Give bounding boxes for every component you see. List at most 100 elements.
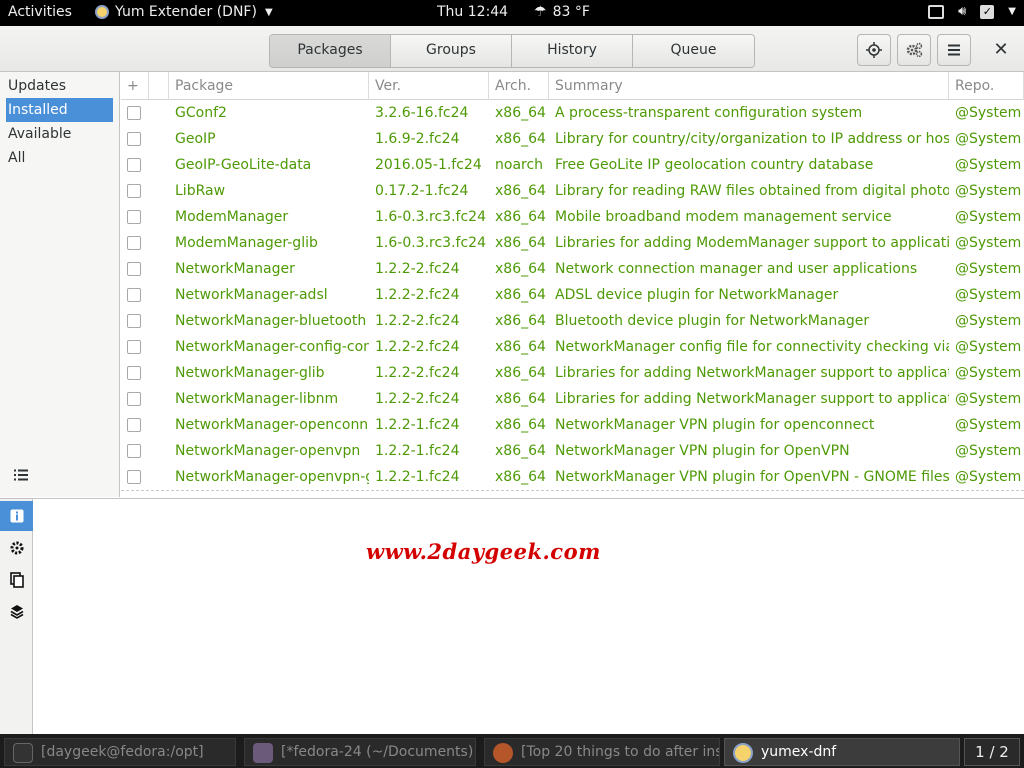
version-cell: 1.2.2-2.fc24 — [375, 339, 460, 355]
files-tab-button[interactable] — [0, 565, 33, 595]
package-checkbox[interactable] — [127, 210, 141, 224]
repo-cell: @System — [955, 209, 1022, 225]
table-row[interactable]: NetworkManager-openvpn 1.2.2-1.fc24 x86_64… — [121, 438, 1024, 464]
workspace-pager[interactable]: 1 / 2 — [964, 738, 1020, 766]
sidebar-item-updates[interactable]: Updates — [0, 74, 119, 98]
sidebar-item-all[interactable]: All — [0, 146, 119, 170]
repo-cell: @System — [955, 105, 1022, 121]
package-checkbox[interactable] — [127, 236, 141, 250]
row-status — [149, 464, 169, 490]
row-status — [149, 334, 169, 360]
repo-column-header[interactable]: Repo. — [949, 72, 1024, 100]
summary-cell: Library for country/city/organization to… — [555, 131, 949, 147]
package-icon — [10, 605, 23, 619]
app-menu[interactable]: Yum Extender (DNF) ▼ — [95, 4, 273, 20]
table-row[interactable]: NetworkManager-libnm 1.2.2-2.fc24 x86_64 Li… — [121, 386, 1024, 412]
tab-packages[interactable]: Packages — [270, 35, 391, 67]
files-icon — [9, 572, 24, 588]
package-checkbox[interactable] — [127, 340, 141, 354]
search-options-button[interactable] — [857, 34, 891, 66]
weather-indicator[interactable]: ☂ 83 °F — [534, 4, 590, 20]
package-checkbox[interactable] — [127, 184, 141, 198]
status-column-header[interactable] — [149, 72, 169, 100]
arch-column-header[interactable]: Arch. — [489, 72, 549, 100]
row-checkbox — [121, 152, 149, 178]
summary-column-header[interactable]: Summary — [549, 72, 949, 100]
taskbar-item-yumex[interactable]: yumex-dnf — [724, 738, 960, 766]
app-menu-label: Yum Extender (DNF) — [115, 4, 257, 20]
arch-cell: x86_64 — [495, 209, 546, 225]
sidebar-item-available[interactable]: Available — [0, 122, 119, 146]
tab-queue[interactable]: Queue — [633, 35, 754, 67]
table-row[interactable]: NetworkManager-config-conn 1.2.2-2.fc24 x8… — [121, 334, 1024, 360]
arch-cell: x86_64 — [495, 313, 546, 329]
version-column-header[interactable]: Ver. — [369, 72, 489, 100]
row-checkbox — [121, 360, 149, 386]
requirements-tab-button[interactable] — [0, 597, 33, 627]
package-checkbox[interactable] — [127, 288, 141, 302]
version-cell: 2016.05-1.fc24 — [375, 157, 482, 173]
repo-cell: @System — [955, 339, 1022, 355]
taskbar-item-terminal[interactable]: [daygeek@fedora:/opt] — [4, 738, 236, 766]
version-cell: 1.2.2-2.fc24 — [375, 287, 460, 303]
updateinfo-tab-button[interactable] — [0, 533, 33, 563]
row-checkbox — [121, 256, 149, 282]
preferences-button[interactable] — [897, 34, 931, 66]
row-checkbox — [121, 308, 149, 334]
firefox-icon — [493, 743, 513, 763]
table-header: + Package Ver. Arch. Summary Repo. — [121, 72, 1024, 100]
package-checkbox[interactable] — [127, 470, 141, 484]
info-tab-button[interactable] — [0, 501, 33, 531]
table-row[interactable]: NetworkManager-glib 1.2.2-2.fc24 x86_64 Lib… — [121, 360, 1024, 386]
table-row[interactable]: LibRaw 0.17.2-1.fc24 x86_64 Library for rea… — [121, 178, 1024, 204]
table-row[interactable]: NetworkManager 1.2.2-2.fc24 x86_64 Network … — [121, 256, 1024, 282]
summary-cell: Mobile broadband modem management servic… — [555, 209, 892, 225]
table-row[interactable]: NetworkManager-openvpn-gn 1.2.2-1.fc24 x86… — [121, 464, 1024, 490]
menu-button[interactable] — [937, 34, 971, 66]
tab-history[interactable]: History — [512, 35, 633, 67]
clock[interactable]: Thu 12:44 — [437, 4, 508, 20]
watermark-text: www.2daygeek.com — [366, 539, 601, 564]
yumex-window: Packages Groups History Queue ✕ Updates … — [0, 26, 1024, 735]
sidebar-options-button[interactable] — [0, 456, 119, 494]
package-checkbox[interactable] — [127, 444, 141, 458]
row-checkbox — [121, 204, 149, 230]
package-column-header[interactable]: Package — [169, 72, 369, 100]
table-row[interactable]: GConf2 3.2.6-16.fc24 x86_64 A process-trans… — [121, 100, 1024, 126]
taskbar-item-label: [Top 20 things to do after ins... — [521, 744, 720, 760]
system-tray[interactable]: 🔊︎ ✓ ▼ — [928, 4, 1016, 19]
close-button[interactable]: ✕ — [986, 34, 1016, 66]
package-checkbox[interactable] — [127, 418, 141, 432]
table-row[interactable]: NetworkManager-adsl 1.2.2-2.fc24 x86_64 ADS… — [121, 282, 1024, 308]
repo-cell: @System — [955, 469, 1022, 485]
table-row[interactable]: NetworkManager-openconnec 1.2.2-1.fc24 x86… — [121, 412, 1024, 438]
package-checkbox[interactable] — [127, 314, 141, 328]
table-row[interactable]: ModemManager-glib 1.6-0.3.rc3.fc24 x86_64 L… — [121, 230, 1024, 256]
package-name-cell: GConf2 — [175, 105, 227, 121]
table-row[interactable]: ModemManager 1.6-0.3.rc3.fc24 x86_64 Mobile… — [121, 204, 1024, 230]
package-checkbox[interactable] — [127, 106, 141, 120]
package-checkbox[interactable] — [127, 366, 141, 380]
sidebar-item-installed[interactable]: Installed — [6, 98, 113, 122]
taskbar-item-firefox[interactable]: [Top 20 things to do after ins... — [484, 738, 720, 766]
table-row[interactable]: GeoIP 1.6.9-2.fc24 x86_64 Library for count… — [121, 126, 1024, 152]
tab-groups[interactable]: Groups — [391, 35, 512, 67]
package-checkbox[interactable] — [127, 262, 141, 276]
taskbar-item-editor[interactable]: [*fedora-24 (~/Documents) - ... — [244, 738, 476, 766]
package-checkbox[interactable] — [127, 132, 141, 146]
window-list: [daygeek@fedora:/opt] [*fedora-24 (~/Doc… — [0, 734, 1024, 768]
table-row[interactable]: NetworkManager-bluetooth 1.2.2-2.fc24 x86_… — [121, 308, 1024, 334]
activities-button[interactable]: Activities — [8, 4, 72, 20]
add-column-header[interactable]: + — [121, 72, 149, 100]
package-checkbox[interactable] — [127, 158, 141, 172]
version-cell: 0.17.2-1.fc24 — [375, 183, 469, 199]
package-checkbox[interactable] — [127, 392, 141, 406]
row-status — [149, 100, 169, 126]
row-status — [149, 412, 169, 438]
chevron-down-icon: ▼ — [1008, 6, 1016, 17]
text-editor-icon — [253, 743, 273, 763]
table-row[interactable]: GeoIP-GeoLite-data 2016.05-1.fc24 noarch Fr… — [121, 152, 1024, 178]
version-cell: 1.6-0.3.rc3.fc24 — [375, 209, 486, 225]
battery-icon: ✓ — [980, 4, 995, 19]
package-name-cell: GeoIP — [175, 131, 216, 147]
